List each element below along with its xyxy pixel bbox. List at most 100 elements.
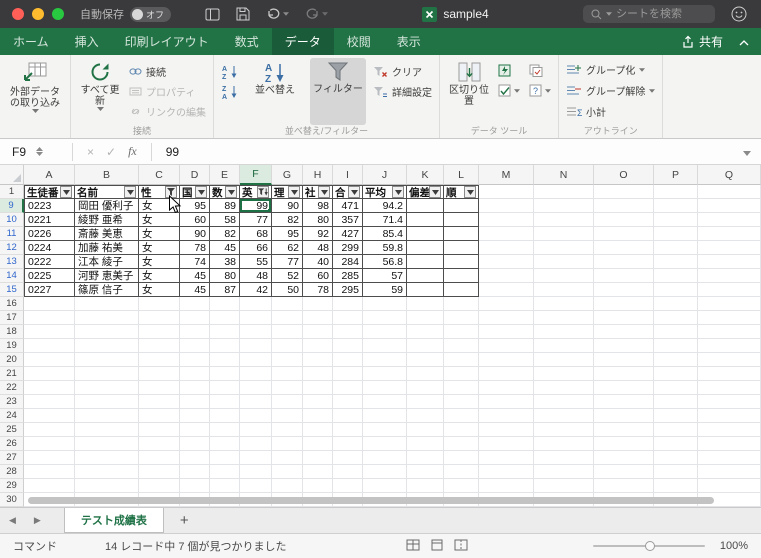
cell-P25[interactable] [654, 423, 698, 437]
cell-C26[interactable] [139, 437, 180, 451]
cell-P28[interactable] [654, 465, 698, 479]
cell-L10[interactable] [444, 213, 479, 227]
cell-F22[interactable] [240, 381, 272, 395]
column-header-P[interactable]: P [654, 165, 698, 185]
column-header-H[interactable]: H [303, 165, 333, 185]
column-header-G[interactable]: G [272, 165, 303, 185]
row-header-16[interactable]: 16 [0, 297, 24, 311]
cell-E16[interactable] [210, 297, 240, 311]
data-tool-data-validation-icon[interactable] [498, 84, 520, 97]
cell-C12[interactable]: 女 [139, 241, 180, 255]
cell-Q15[interactable] [698, 283, 761, 297]
cell-K20[interactable] [407, 353, 444, 367]
filter-dropdown-icon[interactable] [124, 186, 136, 198]
refresh-all-button[interactable]: すべて更新 [78, 58, 122, 125]
cell-P22[interactable] [654, 381, 698, 395]
cell-H26[interactable] [303, 437, 333, 451]
cell-A22[interactable] [24, 381, 75, 395]
column-header-L[interactable]: L [444, 165, 479, 185]
cell-N20[interactable] [534, 353, 594, 367]
cell-L9[interactable] [444, 199, 479, 213]
tab-data[interactable]: データ [271, 28, 334, 55]
cell-N25[interactable] [534, 423, 594, 437]
table-header-cell-K1[interactable]: 偏差 [407, 185, 444, 199]
cell-G15[interactable]: 50 [272, 283, 303, 297]
cell-F20[interactable] [240, 353, 272, 367]
cell-Q23[interactable] [698, 395, 761, 409]
column-header-D[interactable]: D [180, 165, 210, 185]
select-all-corner[interactable] [0, 165, 24, 185]
close-window-button[interactable] [12, 8, 24, 20]
next-sheet-button[interactable]: ▶ [25, 515, 50, 526]
connections-button[interactable]: 接続 [129, 64, 206, 79]
cell-F16[interactable] [240, 297, 272, 311]
cell-H22[interactable] [303, 381, 333, 395]
cell-G29[interactable] [272, 479, 303, 493]
cell-L13[interactable] [444, 255, 479, 269]
sort-descending-button[interactable]: ZA [221, 84, 240, 99]
cell-Q12[interactable] [698, 241, 761, 255]
cell-N12[interactable] [534, 241, 594, 255]
cell-O22[interactable] [594, 381, 654, 395]
cell-F27[interactable] [240, 451, 272, 465]
cell-B21[interactable] [75, 367, 139, 381]
cell-P15[interactable] [654, 283, 698, 297]
cell-I20[interactable] [333, 353, 363, 367]
cell-B18[interactable] [75, 325, 139, 339]
cell-O10[interactable] [594, 213, 654, 227]
cell-L28[interactable] [444, 465, 479, 479]
cell-D19[interactable] [180, 339, 210, 353]
cell-A20[interactable] [24, 353, 75, 367]
cell-C20[interactable] [139, 353, 180, 367]
cell-B22[interactable] [75, 381, 139, 395]
cell-C24[interactable] [139, 409, 180, 423]
cell-D26[interactable] [180, 437, 210, 451]
cell-H24[interactable] [303, 409, 333, 423]
cell-J26[interactable] [363, 437, 407, 451]
cell-G17[interactable] [272, 311, 303, 325]
cell-F14[interactable]: 48 [240, 269, 272, 283]
cell-H29[interactable] [303, 479, 333, 493]
cell-J18[interactable] [363, 325, 407, 339]
sort-ascending-button[interactable]: AZ [221, 64, 240, 79]
cell-J19[interactable] [363, 339, 407, 353]
cell-H25[interactable] [303, 423, 333, 437]
cell-F24[interactable] [240, 409, 272, 423]
cell-A25[interactable] [24, 423, 75, 437]
cell-G27[interactable] [272, 451, 303, 465]
cell-O19[interactable] [594, 339, 654, 353]
cell-F10[interactable]: 77 [240, 213, 272, 227]
cell-E18[interactable] [210, 325, 240, 339]
cell-Q10[interactable] [698, 213, 761, 227]
table-header-cell-B1[interactable]: 名前 [75, 185, 139, 199]
cell-I24[interactable] [333, 409, 363, 423]
cell-I9[interactable]: 471 [333, 199, 363, 213]
cell-N15[interactable] [534, 283, 594, 297]
cell-E20[interactable] [210, 353, 240, 367]
cell-Q13[interactable] [698, 255, 761, 269]
cell-H19[interactable] [303, 339, 333, 353]
column-header-J[interactable]: J [363, 165, 407, 185]
cell-I14[interactable]: 285 [333, 269, 363, 283]
cell-F25[interactable] [240, 423, 272, 437]
cell-K19[interactable] [407, 339, 444, 353]
column-header-N[interactable]: N [534, 165, 594, 185]
cell-P12[interactable] [654, 241, 698, 255]
cell-K21[interactable] [407, 367, 444, 381]
cell-L20[interactable] [444, 353, 479, 367]
cell-A19[interactable] [24, 339, 75, 353]
column-header-K[interactable]: K [407, 165, 444, 185]
normal-view-button[interactable] [406, 539, 420, 554]
cell-C13[interactable]: 女 [139, 255, 180, 269]
cell-J11[interactable]: 85.4 [363, 227, 407, 241]
cell-H23[interactable] [303, 395, 333, 409]
cell-L18[interactable] [444, 325, 479, 339]
tab-view[interactable]: 表示 [384, 28, 434, 55]
cell-O28[interactable] [594, 465, 654, 479]
cell-M14[interactable] [479, 269, 534, 283]
cell-A13[interactable]: 0222 [24, 255, 75, 269]
cell-G14[interactable]: 52 [272, 269, 303, 283]
cell-D10[interactable]: 60 [180, 213, 210, 227]
filter-dropdown-icon[interactable] [392, 186, 404, 198]
cell-H17[interactable] [303, 311, 333, 325]
